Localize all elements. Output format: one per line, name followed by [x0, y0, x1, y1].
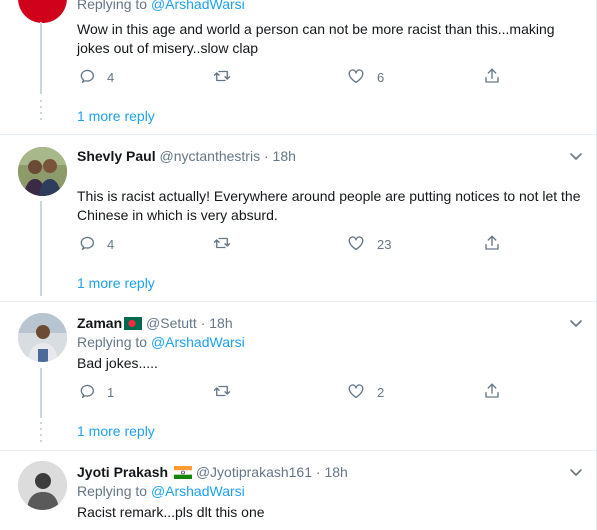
- reply-icon: [77, 382, 95, 403]
- show-more-replies-link[interactable]: 1 more reply: [77, 107, 155, 125]
- avatar[interactable]: [18, 461, 67, 510]
- tweet-header: Zaman @Setutt · 18h: [77, 314, 233, 334]
- more-options-button[interactable]: [568, 315, 584, 331]
- tweet-reply[interactable]: Shevly Paul @nyctanthestris · 18h This i…: [0, 135, 596, 301]
- share-icon: [483, 234, 501, 255]
- chevron-down-icon: [568, 151, 584, 168]
- like-count: 6: [377, 70, 385, 85]
- tweet-actions: 4 23: [77, 234, 507, 254]
- reply-icon: [77, 67, 95, 88]
- timestamp[interactable]: 18h: [324, 464, 347, 480]
- avatar[interactable]: [18, 0, 67, 23]
- retweet-icon: [213, 67, 231, 88]
- tweet-header: Jyoti Prakash @Jyotiprakash161 · 18h: [77, 463, 348, 483]
- user-handle[interactable]: @Setutt: [146, 315, 197, 331]
- replying-to: Replying to @ArshadWarsi: [77, 0, 245, 13]
- show-more-replies-link[interactable]: 1 more reply: [77, 274, 155, 292]
- separator: ·: [200, 315, 206, 331]
- tweet-reply[interactable]: Zaman @Setutt · 18h Replying to @ArshadW…: [0, 302, 596, 450]
- tweet-text: Racist remark...pls dlt this one: [77, 504, 265, 520]
- like-count: 2: [377, 385, 385, 400]
- like-button[interactable]: 2: [347, 382, 384, 403]
- replying-label: Replying to: [77, 334, 148, 350]
- user-handle[interactable]: @Jyotiprakash161: [196, 464, 312, 480]
- retweet-button[interactable]: [213, 234, 231, 255]
- mention-link[interactable]: @ArshadWarsi: [151, 334, 245, 350]
- india-flag-icon: [173, 465, 192, 483]
- avatar[interactable]: [18, 147, 67, 196]
- display-name[interactable]: Jyoti Prakash: [77, 464, 168, 480]
- retweet-icon: [213, 234, 231, 255]
- replying-to: Replying to @ArshadWarsi: [77, 482, 245, 500]
- tweet-reply[interactable]: Jyoti Prakash @Jyotiprakash161 · 18h Rep…: [0, 451, 596, 530]
- retweet-icon: [213, 382, 231, 403]
- timestamp[interactable]: 18h: [273, 148, 296, 164]
- separator: ·: [315, 464, 321, 480]
- mention-link[interactable]: @ArshadWarsi: [151, 483, 245, 499]
- chevron-down-icon: [568, 467, 584, 484]
- tweet-reply[interactable]: Replying to @ArshadWarsi Wow in this age…: [0, 0, 596, 133]
- tweet-actions: 1 2: [77, 382, 507, 402]
- avatar[interactable]: [18, 313, 67, 362]
- retweet-button[interactable]: [213, 67, 231, 88]
- reply-count: 4: [107, 237, 115, 252]
- heart-icon: [347, 234, 365, 255]
- reply-button[interactable]: 1: [77, 382, 114, 403]
- heart-icon: [347, 67, 365, 88]
- reply-icon: [77, 234, 95, 255]
- share-button[interactable]: [483, 67, 501, 88]
- share-button[interactable]: [483, 234, 501, 255]
- tweet-header: Shevly Paul @nyctanthestris · 18h: [77, 147, 296, 165]
- thread-line: [40, 201, 42, 296]
- reply-button[interactable]: 4: [77, 67, 114, 88]
- user-handle[interactable]: @nyctanthestris: [159, 148, 260, 164]
- like-button[interactable]: 23: [347, 234, 391, 255]
- mention-link[interactable]: @ArshadWarsi: [151, 0, 245, 12]
- like-count: 23: [377, 237, 392, 252]
- tweet-text: Bad jokes.....: [77, 355, 158, 371]
- like-button[interactable]: 6: [347, 67, 384, 88]
- reply-button[interactable]: 4: [77, 234, 114, 255]
- share-icon: [483, 382, 501, 403]
- thread-line: [40, 368, 42, 416]
- thread-line: [40, 22, 42, 94]
- replying-label: Replying to: [77, 483, 148, 499]
- separator: ·: [263, 148, 269, 164]
- heart-icon: [347, 382, 365, 403]
- display-name[interactable]: Zaman: [77, 315, 122, 331]
- bangladesh-flag-icon: [124, 316, 143, 334]
- thread-dots: [40, 416, 42, 442]
- replies-timeline: Replying to @ArshadWarsi Wow in this age…: [0, 0, 597, 530]
- display-name[interactable]: Shevly Paul: [77, 148, 156, 164]
- reply-count: 1: [107, 385, 115, 400]
- reply-count: 4: [107, 70, 115, 85]
- tweet-text: Wow in this age and world a person can n…: [77, 21, 555, 56]
- more-options-button[interactable]: [568, 148, 584, 164]
- thread-dots: [40, 100, 42, 124]
- tweet-text: This is racist actually! Everywhere arou…: [77, 188, 581, 223]
- share-button[interactable]: [483, 382, 501, 403]
- timestamp[interactable]: 18h: [209, 315, 232, 331]
- show-more-replies-link[interactable]: 1 more reply: [77, 422, 155, 440]
- replying-to: Replying to @ArshadWarsi: [77, 333, 245, 351]
- tweet-actions: 4 6: [77, 67, 507, 87]
- more-options-button[interactable]: [568, 464, 584, 480]
- chevron-down-icon: [568, 318, 584, 335]
- replying-label: Replying to: [77, 0, 148, 12]
- retweet-button[interactable]: [213, 382, 231, 403]
- share-icon: [483, 67, 501, 88]
